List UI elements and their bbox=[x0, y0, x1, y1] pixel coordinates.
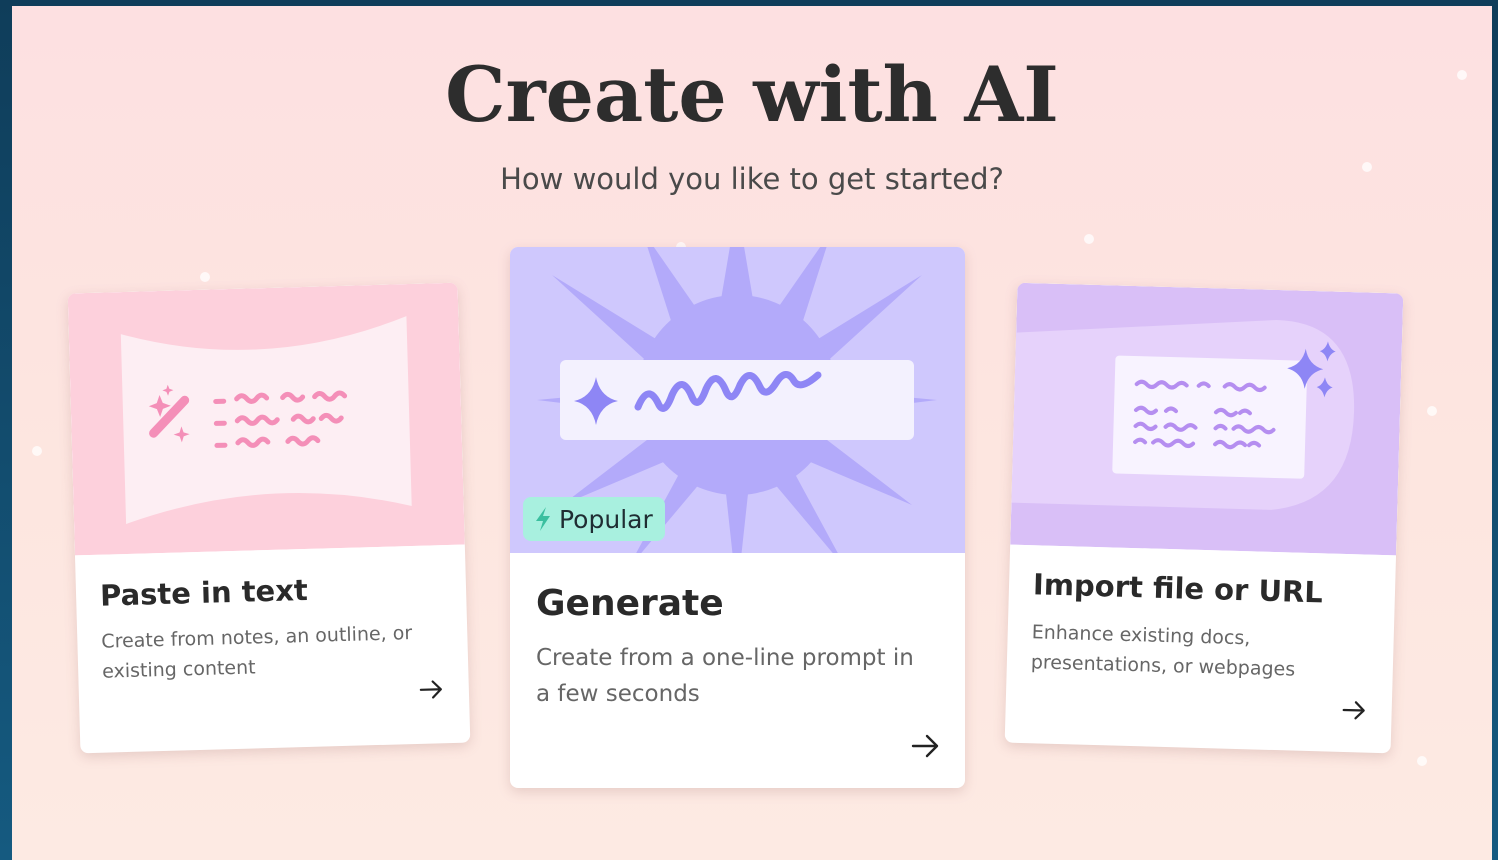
decor-dot bbox=[1427, 406, 1437, 416]
decor-dot bbox=[32, 446, 42, 456]
card-title: Paste in text bbox=[99, 572, 309, 613]
decor-dot bbox=[1417, 756, 1427, 766]
import-file-or-url-card[interactable]: Import file or URL Enhance existing docs… bbox=[1004, 282, 1404, 754]
generate-card[interactable]: Popular Generate Create from a one-line … bbox=[510, 247, 965, 788]
card-description-line2: presentations, or webpages bbox=[1030, 651, 1296, 681]
paste-text-illustration bbox=[67, 282, 465, 556]
create-with-ai-panel: Create with AI How would you like to get… bbox=[12, 6, 1492, 860]
popular-badge: Popular bbox=[523, 497, 665, 541]
card-description-line2: existing content bbox=[101, 656, 256, 683]
card-description-line1: Create from a one-line prompt in bbox=[536, 645, 914, 671]
decor-dot bbox=[200, 272, 210, 282]
page-subtitle: How would you like to get started? bbox=[500, 162, 1004, 196]
card-description-line1: Create from notes, an outline, or bbox=[101, 622, 413, 653]
badge-label: Popular bbox=[559, 504, 653, 534]
card-description-line2: a few seconds bbox=[536, 681, 700, 707]
arrow-right-icon[interactable] bbox=[911, 734, 941, 758]
card-description-line1: Enhance existing docs, bbox=[1031, 621, 1251, 650]
import-illustration bbox=[1010, 282, 1404, 556]
card-title: Generate bbox=[536, 583, 724, 624]
arrow-right-icon[interactable] bbox=[419, 679, 446, 700]
arrow-right-icon[interactable] bbox=[1341, 700, 1368, 721]
paste-in-text-card[interactable]: Paste in text Create from notes, an outl… bbox=[67, 282, 471, 754]
card-title: Import file or URL bbox=[1032, 567, 1324, 610]
lightning-icon bbox=[536, 507, 550, 531]
page-title: Create with AI bbox=[445, 50, 1059, 139]
decor-dot bbox=[1084, 234, 1094, 244]
